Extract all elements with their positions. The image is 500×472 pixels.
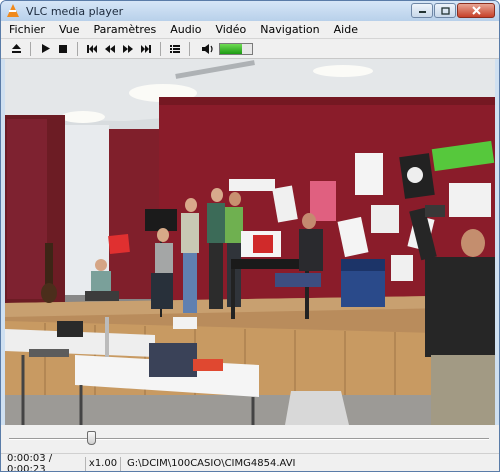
menu-navigation[interactable]: Navigation — [252, 23, 325, 36]
window-title: VLC media player — [26, 4, 124, 18]
vlc-window: VLC media player Fichier Vue Paramètres … — [0, 0, 500, 472]
video-display[interactable] — [5, 59, 495, 425]
status-bar: 0:00:03 / 0:00:23 x1.00 G:\DCIM\100CASIO… — [1, 452, 499, 472]
title-bar[interactable]: VLC media player — [1, 1, 499, 21]
maximize-icon — [440, 6, 450, 15]
toolbar-divider — [189, 41, 190, 56]
toolbar-divider — [30, 41, 31, 56]
menu-video[interactable]: Vidéo — [207, 23, 252, 36]
menu-parametres[interactable]: Paramètres — [85, 23, 162, 36]
skip-back-icon[interactable] — [83, 41, 101, 57]
toolbar-divider — [160, 41, 161, 56]
maximize-button[interactable] — [434, 3, 456, 18]
toolbar — [1, 39, 499, 59]
video-frame — [5, 59, 495, 425]
menu-fichier[interactable]: Fichier — [1, 23, 51, 36]
stop-icon[interactable] — [54, 41, 72, 57]
volume-slider[interactable] — [219, 42, 253, 55]
rewind-icon[interactable] — [101, 41, 119, 57]
toolbar-divider — [77, 41, 78, 56]
eject-icon[interactable] — [7, 41, 25, 57]
close-icon — [471, 6, 481, 15]
playback-time: 0:00:03 / 0:00:23 — [7, 452, 53, 472]
vlc-cone-icon — [6, 4, 20, 18]
play-icon[interactable] — [36, 41, 54, 57]
volume-level-fill — [220, 43, 243, 54]
menu-aide[interactable]: Aide — [326, 23, 364, 36]
minimize-icon — [418, 11, 426, 13]
seek-bar-area — [1, 425, 499, 453]
file-path: G:\DCIM\100CASIO\CIMG4854.AVI — [127, 458, 296, 469]
menu-bar: Fichier Vue Paramètres Audio Vidéo Navig… — [1, 21, 499, 39]
menu-vue[interactable]: Vue — [51, 23, 86, 36]
skip-forward-icon[interactable] — [137, 41, 155, 57]
fast-forward-icon[interactable] — [119, 41, 137, 57]
seek-handle[interactable] — [86, 431, 96, 445]
close-button[interactable] — [457, 3, 495, 18]
playback-speed[interactable]: x1.00 — [86, 458, 120, 469]
menu-audio[interactable]: Audio — [162, 23, 207, 36]
minimize-button[interactable] — [411, 3, 433, 18]
seek-track[interactable] — [9, 438, 489, 440]
playlist-icon[interactable] — [166, 41, 184, 57]
speaker-icon[interactable] — [199, 41, 217, 57]
